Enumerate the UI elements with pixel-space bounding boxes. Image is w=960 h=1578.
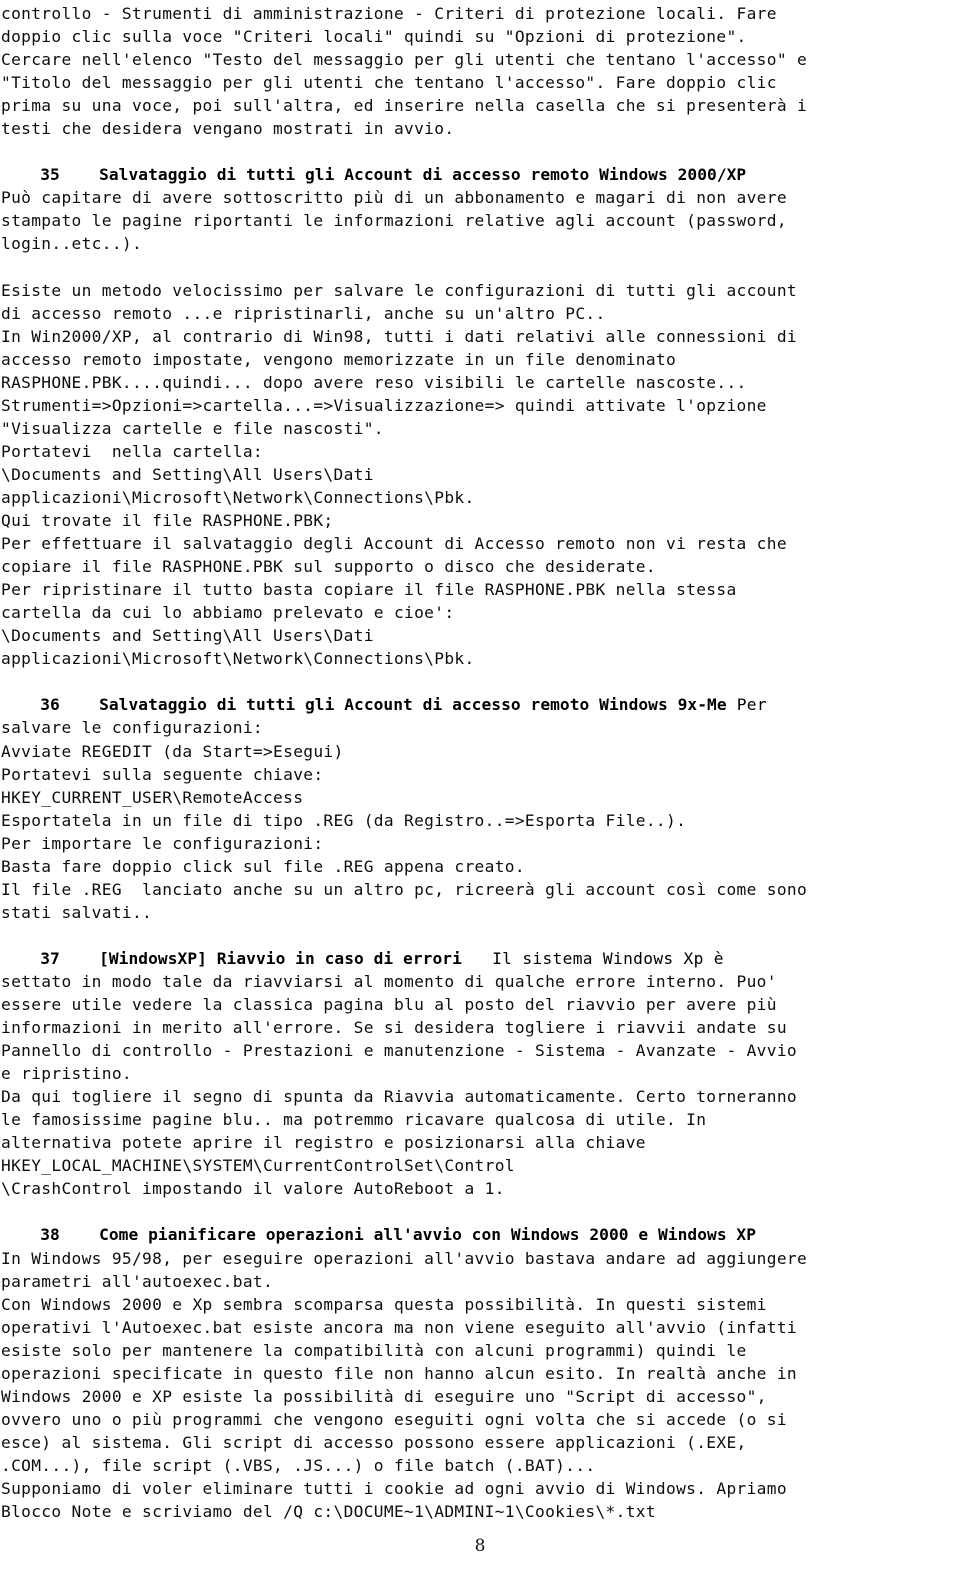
body-line: di accesso remoto ...e ripristinarli, an… xyxy=(1,303,606,323)
body-line: copiare il file RASPHONE.PBK sul support… xyxy=(1,557,656,577)
body-line: .COM...), file script (.VBS, .JS...) o f… xyxy=(1,1455,596,1475)
body-line: Basta fare doppio click sul file .REG ap… xyxy=(1,856,525,876)
body-line: \Documents and Setting\All Users\Dati xyxy=(1,464,374,484)
page-number: 8 xyxy=(474,1536,486,1556)
document-body: controllo - Strumenti di amministrazione… xyxy=(1,2,959,1523)
body-line: le famosissime pagine blu.. ma potremmo … xyxy=(1,1110,707,1130)
section-heading-tail: Per xyxy=(726,695,767,715)
body-line: parametri all'autoexec.bat. xyxy=(1,1271,274,1291)
body-line: salvare le configurazioni: xyxy=(1,718,263,738)
section-heading: 37 [WindowsXP] Riavvio in caso di errori… xyxy=(1,947,959,970)
body-line: Il file .REG lanciato anche su un altro … xyxy=(1,879,808,899)
section-title: Come pianificare operazioni all'avvio co… xyxy=(99,1225,757,1245)
body-line: \Documents and Setting\All Users\Dati xyxy=(1,626,374,646)
body-line: Blocco Note e scriviamo del /Q c:\DOCUME… xyxy=(1,1502,656,1522)
body-line: In Win2000/XP, al contrario di Win98, tu… xyxy=(1,326,797,346)
body-line: Strumenti=>Opzioni=>cartella...=>Visuali… xyxy=(1,395,767,415)
section-number: 37 xyxy=(1,948,100,968)
body-line: Esportatela in un file di tipo .REG (da … xyxy=(1,810,687,830)
body-line: Avviate REGEDIT (da Start=>Esegui) xyxy=(1,741,344,761)
body-line: Per importare le configurazioni: xyxy=(1,833,324,853)
body-line: login..etc..). xyxy=(1,234,143,254)
section-heading: 36 Salvataggio di tutti gli Account di a… xyxy=(1,693,959,716)
body-line: Può capitare di avere sottoscritto più d… xyxy=(1,188,787,208)
section-title: Salvataggio di tutti gli Account di acce… xyxy=(99,165,747,185)
body-line: accesso remoto impostate, vengono memori… xyxy=(1,349,677,369)
body-line: esiste solo per mantenere la compatibili… xyxy=(1,1340,747,1360)
body-line: Per effettuare il salvataggio degli Acco… xyxy=(1,534,787,554)
body-line: Con Windows 2000 e Xp sembra scomparsa q… xyxy=(1,1294,767,1314)
body-line: HKEY_CURRENT_USER\RemoteAccess xyxy=(1,787,304,807)
body-line: Pannello di controllo - Prestazioni e ma… xyxy=(1,1041,797,1061)
body-line: Portatevi nella cartella: xyxy=(1,441,263,461)
body-line: RASPHONE.PBK....quindi... dopo avere res… xyxy=(1,372,747,392)
body-line: stati salvati.. xyxy=(1,902,153,922)
body-line: operazioni specificate in questo file no… xyxy=(1,1363,797,1383)
body-line: applicazioni\Microsoft\Network\Connectio… xyxy=(1,649,475,669)
section-heading: 35 Salvataggio di tutti gli Account di a… xyxy=(1,163,959,186)
body-line: Esiste un metodo velocissimo per salvare… xyxy=(1,280,797,300)
body-line: settato in modo tale da riavviarsi al mo… xyxy=(1,971,777,991)
body-line: Da qui togliere il segno di spunta da Ri… xyxy=(1,1087,797,1107)
body-line: "Visualizza cartelle e file nascosti". xyxy=(1,418,384,438)
section-number: 35 xyxy=(1,165,100,185)
body-line: stampato le pagine riportanti le informa… xyxy=(1,211,787,231)
section-heading-tail: Il sistema Windows Xp è xyxy=(461,948,724,968)
body-line: Per ripristinare il tutto basta copiare … xyxy=(1,580,737,600)
document-page: controllo - Strumenti di amministrazione… xyxy=(0,0,960,1578)
body-line: operativi l'Autoexec.bat esiste ancora m… xyxy=(1,1317,797,1337)
intro-line: controllo - Strumenti di amministrazione… xyxy=(1,4,777,23)
body-line: essere utile vedere la classica pagina b… xyxy=(1,995,777,1015)
body-line: applicazioni\Microsoft\Network\Connectio… xyxy=(1,487,475,507)
intro-line: "Titolo del messaggio per gli utenti che… xyxy=(1,73,777,93)
intro-line: testi che desidera vengano mostrati in a… xyxy=(1,119,455,139)
body-line: informazioni in merito all'errore. Se si… xyxy=(1,1018,787,1038)
intro-line: prima su una voce, poi sull'altra, ed in… xyxy=(1,96,808,116)
body-line xyxy=(1,256,959,279)
section-title: Salvataggio di tutti gli Account di acce… xyxy=(99,695,727,715)
body-line: In Windows 95/98, per eseguire operazion… xyxy=(1,1248,808,1268)
section-number: 36 xyxy=(1,695,100,715)
body-line: \CrashControl impostando il valore AutoR… xyxy=(1,1179,505,1199)
intro-line: doppio clic sulla voce "Criteri locali" … xyxy=(1,27,747,47)
body-line: Windows 2000 e XP esiste la possibilità … xyxy=(1,1386,767,1406)
body-line: esce) al sistema. Gli script di accesso … xyxy=(1,1432,747,1452)
body-line: HKEY_LOCAL_MACHINE\SYSTEM\CurrentControl… xyxy=(1,1156,515,1176)
body-line: Portatevi sulla seguente chiave: xyxy=(1,764,324,784)
section-title: [WindowsXP] Riavvio in caso di errori xyxy=(99,948,462,968)
section-number: 38 xyxy=(1,1225,100,1245)
section-heading: 38 Come pianificare operazioni all'avvio… xyxy=(1,1223,959,1246)
intro-line: Cercare nell'elenco "Testo del messaggio… xyxy=(1,50,808,70)
body-line: alternativa potete aprire il registro e … xyxy=(1,1133,646,1153)
body-line: Qui trovate il file RASPHONE.PBK; xyxy=(1,511,334,531)
body-line: cartella da cui lo abbiamo prelevato e c… xyxy=(1,603,455,623)
body-line: Supponiamo di voler eliminare tutti i co… xyxy=(1,1479,787,1498)
body-line: e ripristino. xyxy=(1,1064,132,1084)
body-line: ovvero uno o più programmi che vengono e… xyxy=(1,1409,787,1429)
